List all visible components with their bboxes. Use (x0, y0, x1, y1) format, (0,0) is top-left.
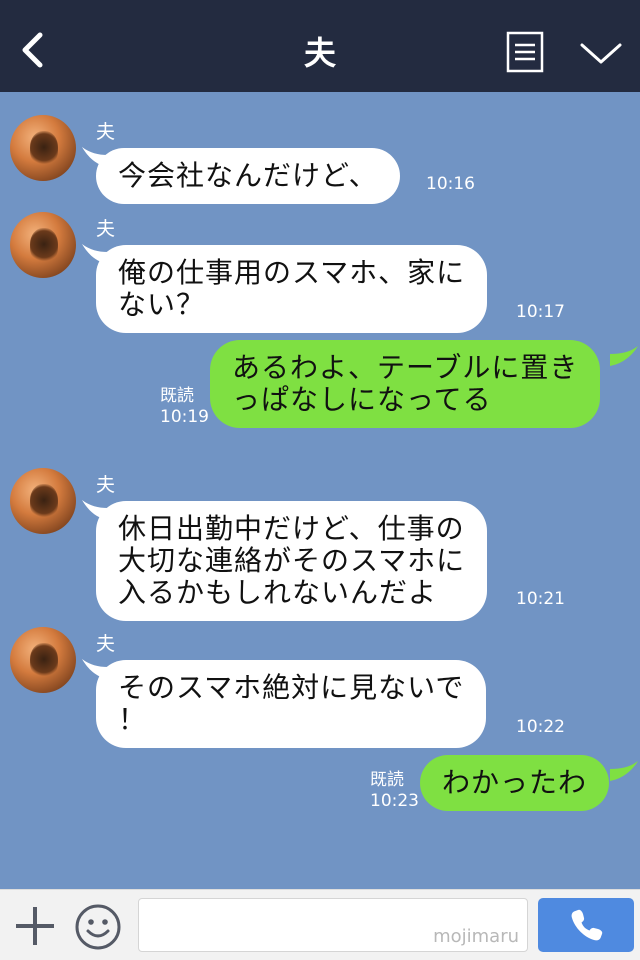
read-receipt: 既読 10:19 (160, 386, 209, 428)
chat-area[interactable]: 夫 今会社なんだけど、 10:16 夫 俺の仕事用のスマホ、家に ない？ 10:… (0, 92, 640, 889)
avatar[interactable] (10, 212, 76, 278)
message-input[interactable]: mojimaru (138, 898, 528, 952)
message-time: 10:23 (370, 791, 419, 811)
plus-icon[interactable] (14, 905, 56, 947)
bubble-tail (610, 346, 638, 366)
chevron-down-icon[interactable] (578, 38, 624, 68)
sender-name: 夫 (96, 633, 116, 655)
message-bubble-incoming[interactable]: 今会社なんだけど、 (96, 148, 400, 204)
sender-name: 夫 (96, 474, 116, 496)
read-receipt: 既読 10:23 (370, 770, 419, 812)
message-bubble-outgoing[interactable]: あるわよ、テーブルに置き っぱなしになってる (210, 340, 601, 428)
message-bubble-outgoing[interactable]: わかったわ (420, 755, 610, 811)
message-time: 10:22 (516, 717, 565, 737)
read-label: 既読 (370, 770, 404, 790)
avatar[interactable] (10, 468, 76, 534)
message-bubble-incoming[interactable]: そのスマホ絶対に見ないで ！ (96, 660, 487, 748)
chat-header: 夫 (0, 0, 640, 92)
message-bubble-incoming[interactable]: 休日出勤中だけど、仕事の 大切な連絡がそのスマホに 入るかもしれないんだよ (96, 501, 488, 621)
read-label: 既読 (160, 386, 194, 406)
sender-name: 夫 (96, 121, 116, 143)
message-time: 10:16 (426, 174, 475, 194)
note-icon[interactable] (506, 31, 544, 73)
phone-icon (571, 909, 603, 941)
message-time: 10:21 (516, 589, 565, 609)
avatar[interactable] (10, 627, 76, 693)
smile-icon[interactable] (74, 903, 122, 951)
message-bubble-incoming[interactable]: 俺の仕事用のスマホ、家に ない？ (96, 245, 488, 333)
message-time: 10:19 (160, 407, 209, 427)
message-composer: mojimaru (0, 889, 640, 960)
message-time: 10:17 (516, 302, 565, 322)
call-button[interactable] (538, 898, 634, 952)
sender-name: 夫 (96, 218, 116, 240)
chat-title: 夫 (303, 34, 336, 72)
watermark-text: mojimaru (433, 926, 519, 947)
bubble-tail (610, 761, 638, 781)
avatar[interactable] (10, 115, 76, 181)
